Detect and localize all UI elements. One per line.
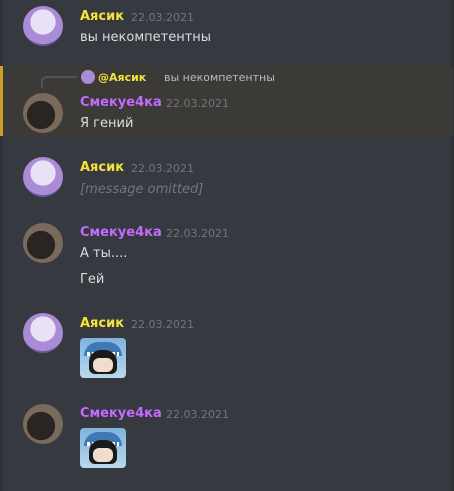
timestamp: 22.03.2021 [131,318,194,331]
reply-preview-text[interactable]: вы некомпетентны [164,71,275,84]
shark-hood-emoji[interactable] [80,338,126,378]
shark-hood-emoji[interactable] [80,428,126,468]
reply-connector [41,76,77,88]
author-name[interactable]: Аясик [80,160,124,175]
timestamp: 22.03.2021 [166,97,229,110]
avatar[interactable] [23,157,63,197]
author-name[interactable]: Смекуе4ка [80,406,162,421]
timestamp: 22.03.2021 [131,11,194,24]
message-text: А ты.... [80,246,128,261]
message-text: вы некомпетентны [80,30,212,45]
timestamp: 22.03.2021 [131,162,194,175]
avatar[interactable] [23,404,63,444]
timestamp: 22.03.2021 [166,227,229,240]
message-text: [message omitted] [80,182,204,197]
reply-author[interactable]: @Аясик [98,71,146,84]
timestamp: 22.03.2021 [166,408,229,421]
author-name[interactable]: Аясик [80,9,124,24]
author-name[interactable]: Аясик [80,316,124,331]
avatar[interactable] [23,223,63,263]
reply-avatar [81,70,95,84]
author-name[interactable]: Смекуе4ка [80,95,162,110]
message-text: Я гений [80,116,134,131]
avatar[interactable] [23,313,63,353]
author-name[interactable]: Смекуе4ка [80,225,162,240]
avatar[interactable] [23,93,63,133]
message-text: Гей [80,272,105,287]
avatar[interactable] [23,6,63,46]
